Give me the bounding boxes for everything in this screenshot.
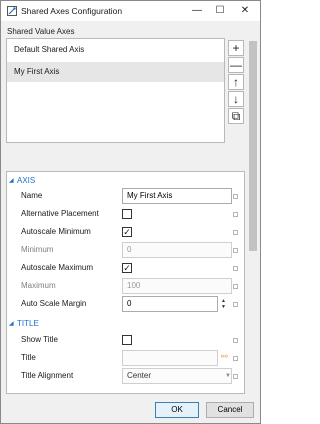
arrow-up-icon: ↑ — [233, 75, 239, 89]
spinner-arrows-icon[interactable]: ▲ ▼ — [220, 298, 227, 310]
add-axis-button[interactable]: + — [228, 40, 244, 56]
property-marker-icon[interactable] — [233, 374, 238, 379]
row-minimum: Minimum 0 — [7, 242, 244, 260]
property-marker-icon[interactable] — [233, 356, 238, 361]
property-marker-icon[interactable] — [233, 338, 238, 343]
list-item-default-shared-axis[interactable]: Default Shared Axis — [7, 40, 224, 60]
window-title: Shared Axes Configuration — [21, 6, 123, 16]
shared-value-axes-caption: Shared Value Axes — [7, 27, 75, 36]
title-label: Title — [21, 353, 36, 362]
name-label: Name — [21, 191, 43, 200]
shared-axes-list[interactable]: Default Shared Axis My First Axis — [6, 38, 225, 143]
autoscale-minimum-label: Autoscale Minimum — [21, 227, 91, 236]
auto-scale-margin-field[interactable]: 0 — [122, 296, 218, 312]
row-autoscale-maximum: Autoscale Maximum ✓ — [7, 260, 244, 278]
cancel-button[interactable]: Cancel — [206, 402, 254, 418]
minus-icon: — — [230, 58, 242, 72]
collapse-triangle-icon: ◢ — [9, 321, 14, 328]
maximum-field[interactable]: 100 — [122, 278, 232, 294]
alternative-placement-checkbox[interactable] — [122, 209, 132, 219]
title-alignment-value: Center — [127, 371, 152, 380]
move-down-button[interactable]: ↓ — [228, 91, 244, 107]
property-marker-icon[interactable] — [233, 302, 238, 307]
alternative-placement-label: Alternative Placement — [21, 209, 99, 218]
checkmark-icon: ✓ — [123, 227, 131, 237]
ok-button[interactable]: OK — [155, 402, 199, 418]
row-alternative-placement: Alternative Placement — [7, 206, 244, 224]
row-name: Name My First Axis — [7, 188, 244, 206]
property-marker-icon[interactable] — [233, 248, 238, 253]
property-marker-icon[interactable] — [233, 284, 238, 289]
shared-axes-dialog: Shared Axes Configuration — ☐ ✕ Shared V… — [0, 0, 261, 424]
title-field[interactable] — [122, 350, 218, 366]
row-show-title: Show Title — [7, 332, 244, 350]
row-title: Title ⚯ — [7, 350, 244, 368]
row-autoscale-minimum: Autoscale Minimum ✓ — [7, 224, 244, 242]
auto-scale-margin-label: Auto Scale Margin — [21, 299, 87, 308]
category-title-label: TITLE — [17, 319, 39, 328]
category-axis-label: AXIS — [17, 176, 36, 185]
copy-axis-button[interactable]: ⧉ — [228, 108, 244, 124]
title-alignment-label: Title Alignment — [21, 371, 74, 380]
property-marker-icon[interactable] — [233, 266, 238, 271]
property-marker-icon[interactable] — [233, 212, 238, 217]
link-icon[interactable]: ⚯ — [221, 353, 229, 361]
list-item-my-first-axis[interactable]: My First Axis — [7, 62, 224, 82]
property-marker-icon[interactable] — [233, 230, 238, 235]
panel-splitter[interactable] — [6, 161, 245, 167]
minimum-field[interactable]: 0 — [122, 242, 232, 258]
show-title-label: Show Title — [21, 335, 58, 344]
copy-icon: ⧉ — [231, 109, 241, 123]
row-maximum: Maximum 100 — [7, 278, 244, 296]
maximize-button[interactable]: ☐ — [207, 1, 233, 21]
property-grid: ◢ AXIS Name My First Axis Alternative Pla… — [6, 171, 245, 394]
property-marker-icon[interactable] — [233, 194, 238, 199]
autoscale-minimum-checkbox[interactable]: ✓ — [122, 227, 132, 237]
row-title-alignment: Title Alignment Center ▼ — [7, 368, 244, 386]
category-title[interactable]: ◢ TITLE — [9, 319, 39, 331]
minimum-label: Minimum — [21, 245, 54, 254]
title-alignment-select[interactable]: Center ▼ — [122, 368, 232, 384]
show-title-checkbox[interactable] — [122, 335, 132, 345]
title-bar: Shared Axes Configuration — ☐ ✕ — [1, 1, 260, 21]
checkmark-icon: ✓ — [123, 263, 131, 273]
autoscale-maximum-label: Autoscale Maximum — [21, 263, 94, 272]
close-button[interactable]: ✕ — [232, 1, 258, 21]
row-auto-scale-margin: Auto Scale Margin 0 ▲ ▼ — [7, 296, 244, 314]
maximum-label: Maximum — [21, 281, 56, 290]
category-axis[interactable]: ◢ AXIS — [9, 176, 35, 188]
autoscale-maximum-checkbox[interactable]: ✓ — [122, 263, 132, 273]
name-field[interactable]: My First Axis — [122, 188, 232, 204]
move-up-button[interactable]: ↑ — [228, 74, 244, 90]
chevron-down-icon: ▼ — [225, 373, 231, 379]
arrow-down-icon: ↓ — [233, 92, 239, 106]
remove-axis-button[interactable]: — — [228, 57, 244, 73]
plus-icon: + — [232, 41, 240, 55]
collapse-triangle-icon: ◢ — [9, 178, 14, 185]
settings-app-icon — [7, 6, 17, 16]
scrollbar-thumb[interactable] — [249, 41, 257, 251]
